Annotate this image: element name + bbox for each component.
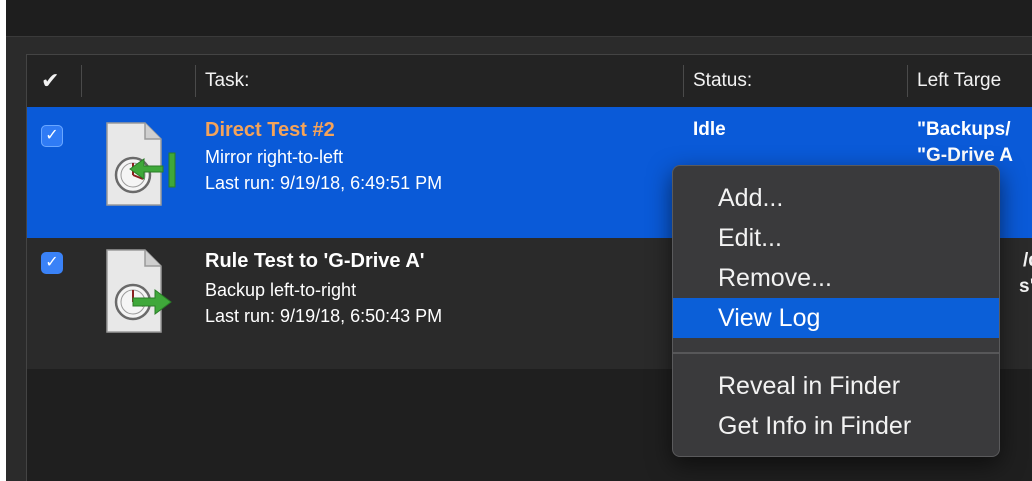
header-task[interactable]: Task: [205,55,675,107]
header-divider[interactable] [81,65,82,97]
menu-item-edit[interactable]: Edit... [673,218,999,258]
table-header: ✔ Task: Status: Left Targe [27,55,1032,108]
sync-document-arrow-left-icon [97,119,183,211]
app-window: ✔ Task: Status: Left Targe ✓ Direct Test… [6,0,1032,481]
menu-item-get-info-in-finder[interactable]: Get Info in Finder [673,406,999,446]
row-checkbox[interactable]: ✓ [41,252,63,274]
toolbar-area [6,0,1032,37]
task-status: Idle [693,119,726,140]
left-target-line-1: /dp [1023,250,1032,271]
row-checkbox[interactable]: ✓ [41,125,63,147]
menu-item-view-log[interactable]: View Log [673,298,999,338]
sync-document-arrow-right-icon [97,246,183,338]
menu-item-reveal-in-finder[interactable]: Reveal in Finder [673,366,999,406]
left-target-line-2: s" c [1019,276,1032,297]
menu-item-remove[interactable]: Remove... [673,258,999,298]
task-title: Rule Test to 'G-Drive A' [205,250,425,272]
menu-separator [673,352,999,354]
menu-item-add[interactable]: Add... [673,178,999,218]
header-left-target[interactable]: Left Targe [917,55,1032,107]
task-mode: Backup left-to-right [205,280,357,300]
task-last-run: Last run: 9/19/18, 6:49:51 PM [205,173,443,193]
left-target-line-2: "G-Drive A [917,145,1013,166]
header-divider[interactable] [195,65,196,97]
header-status[interactable]: Status: [693,55,903,107]
left-target-line-1: "Backups/ [917,119,1011,140]
context-menu: Add... Edit... Remove... View Log Reveal… [672,165,1000,457]
task-last-run: Last run: 9/19/18, 6:50:43 PM [205,306,443,326]
header-check[interactable]: ✔ [41,55,81,107]
task-mode: Mirror right-to-left [205,147,344,167]
header-divider[interactable] [907,65,908,97]
task-title: Direct Test #2 [205,119,335,141]
header-divider[interactable] [683,65,684,97]
